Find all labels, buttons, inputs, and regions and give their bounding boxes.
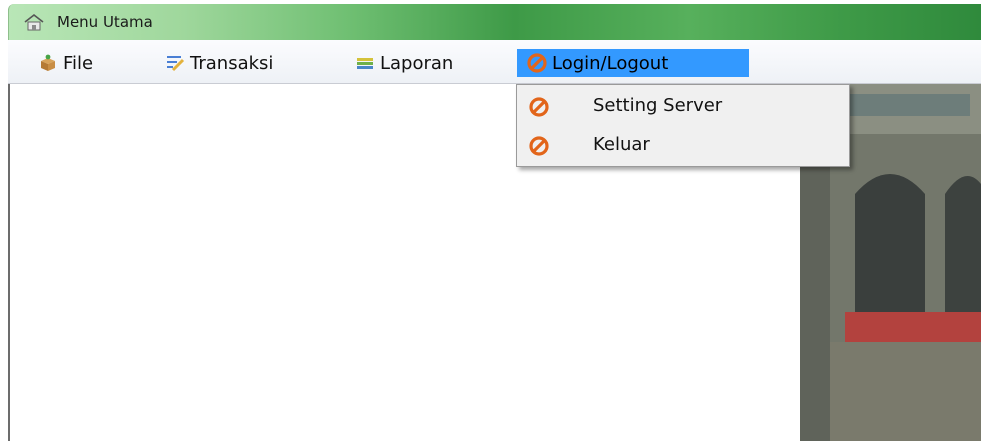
no-entry-icon [527,53,547,73]
title-bar[interactable]: Menu Utama [8,4,981,40]
login-logout-dropdown: Setting Server Keluar [516,84,850,167]
menu-file[interactable]: File [38,49,93,77]
no-entry-icon [529,97,549,117]
pencil-list-icon [165,53,185,73]
menu-item-keluar-label: Keluar [593,134,650,155]
house-icon [23,13,45,31]
window-title: Menu Utama [57,13,153,31]
menu-item-setting-server[interactable]: Setting Server [517,89,849,123]
main-window: Menu Utama File Transaksi Laporan Login/… [0,0,981,441]
menu-laporan[interactable]: Laporan [355,49,453,77]
menu-item-setting-server-label: Setting Server [593,95,723,116]
menu-login-logout-label: Login/Logout [552,52,669,74]
report-icon [355,53,375,73]
menu-login-logout[interactable]: Login/Logout [517,49,749,77]
menu-transaksi[interactable]: Transaksi [165,49,273,77]
menu-laporan-label: Laporan [380,52,454,74]
no-entry-icon [529,136,549,156]
menu-item-keluar[interactable]: Keluar [517,128,849,162]
box-icon [38,53,58,73]
window-left-border [8,84,10,441]
menu-transaksi-label: Transaksi [190,52,274,74]
menu-file-label: File [63,52,94,74]
menu-bar: File Transaksi Laporan Login/Logout [8,40,981,84]
